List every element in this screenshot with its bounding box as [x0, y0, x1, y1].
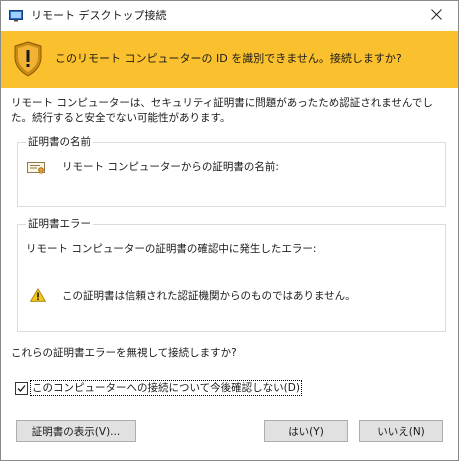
remote-desktop-dialog: リモート デスクトップ接続 このリモート コンピューターの ID を識別できませ… [0, 0, 459, 461]
warning-shield-icon [13, 41, 43, 77]
view-certificate-button[interactable]: 証明書の表示(V)... [16, 420, 136, 442]
certificate-name-label: リモート コンピューターからの証明書の名前: [62, 161, 279, 173]
do-not-ask-label[interactable]: このコンピューターへの接続について今後確認しない(D) [30, 380, 302, 396]
checkmark-icon [17, 384, 26, 392]
window-title: リモート デスクトップ接続 [31, 9, 167, 22]
certificate-name-group: 証明書の名前 リモート コンピューターからの証明書の名前: [17, 135, 446, 207]
title-bar[interactable]: リモート デスクトップ接続 [1, 1, 458, 31]
ignore-errors-question: これらの証明書エラーを無視して接続しますか? [11, 347, 237, 359]
banner-message: このリモート コンピューターの ID を識別できません。接続しますか? [55, 52, 402, 65]
certificate-error-group-title: 証明書エラー [26, 217, 93, 231]
do-not-ask-checkbox[interactable] [15, 381, 28, 395]
do-not-ask-checkbox-row[interactable]: このコンピューターへの接続について今後確認しない(D) [15, 380, 302, 396]
certificate-error-group: 証明書エラー リモート コンピューターの証明書の確認中に発生したエラー: この証… [17, 217, 446, 332]
warning-banner: このリモート コンピューターの ID を識別できません。接続しますか? [1, 31, 458, 88]
close-icon [430, 9, 442, 23]
no-button[interactable]: いいえ(N) [359, 420, 443, 442]
certificate-name-group-title: 証明書の名前 [26, 135, 93, 149]
remote-desktop-icon [9, 10, 23, 22]
error-description: リモート コンピューターの証明書の確認中に発生したエラー: [26, 243, 317, 255]
security-description: リモート コンピューターは、セキュリティ証明書に問題があったため認証されませんで… [11, 97, 433, 124]
warning-triangle-icon [29, 288, 47, 302]
yes-button[interactable]: はい(Y) [264, 420, 348, 442]
error-message: この証明書は信頼された認証機関からのものではありません。 [62, 290, 356, 302]
certificate-icon [27, 162, 45, 175]
close-button[interactable] [414, 1, 458, 31]
